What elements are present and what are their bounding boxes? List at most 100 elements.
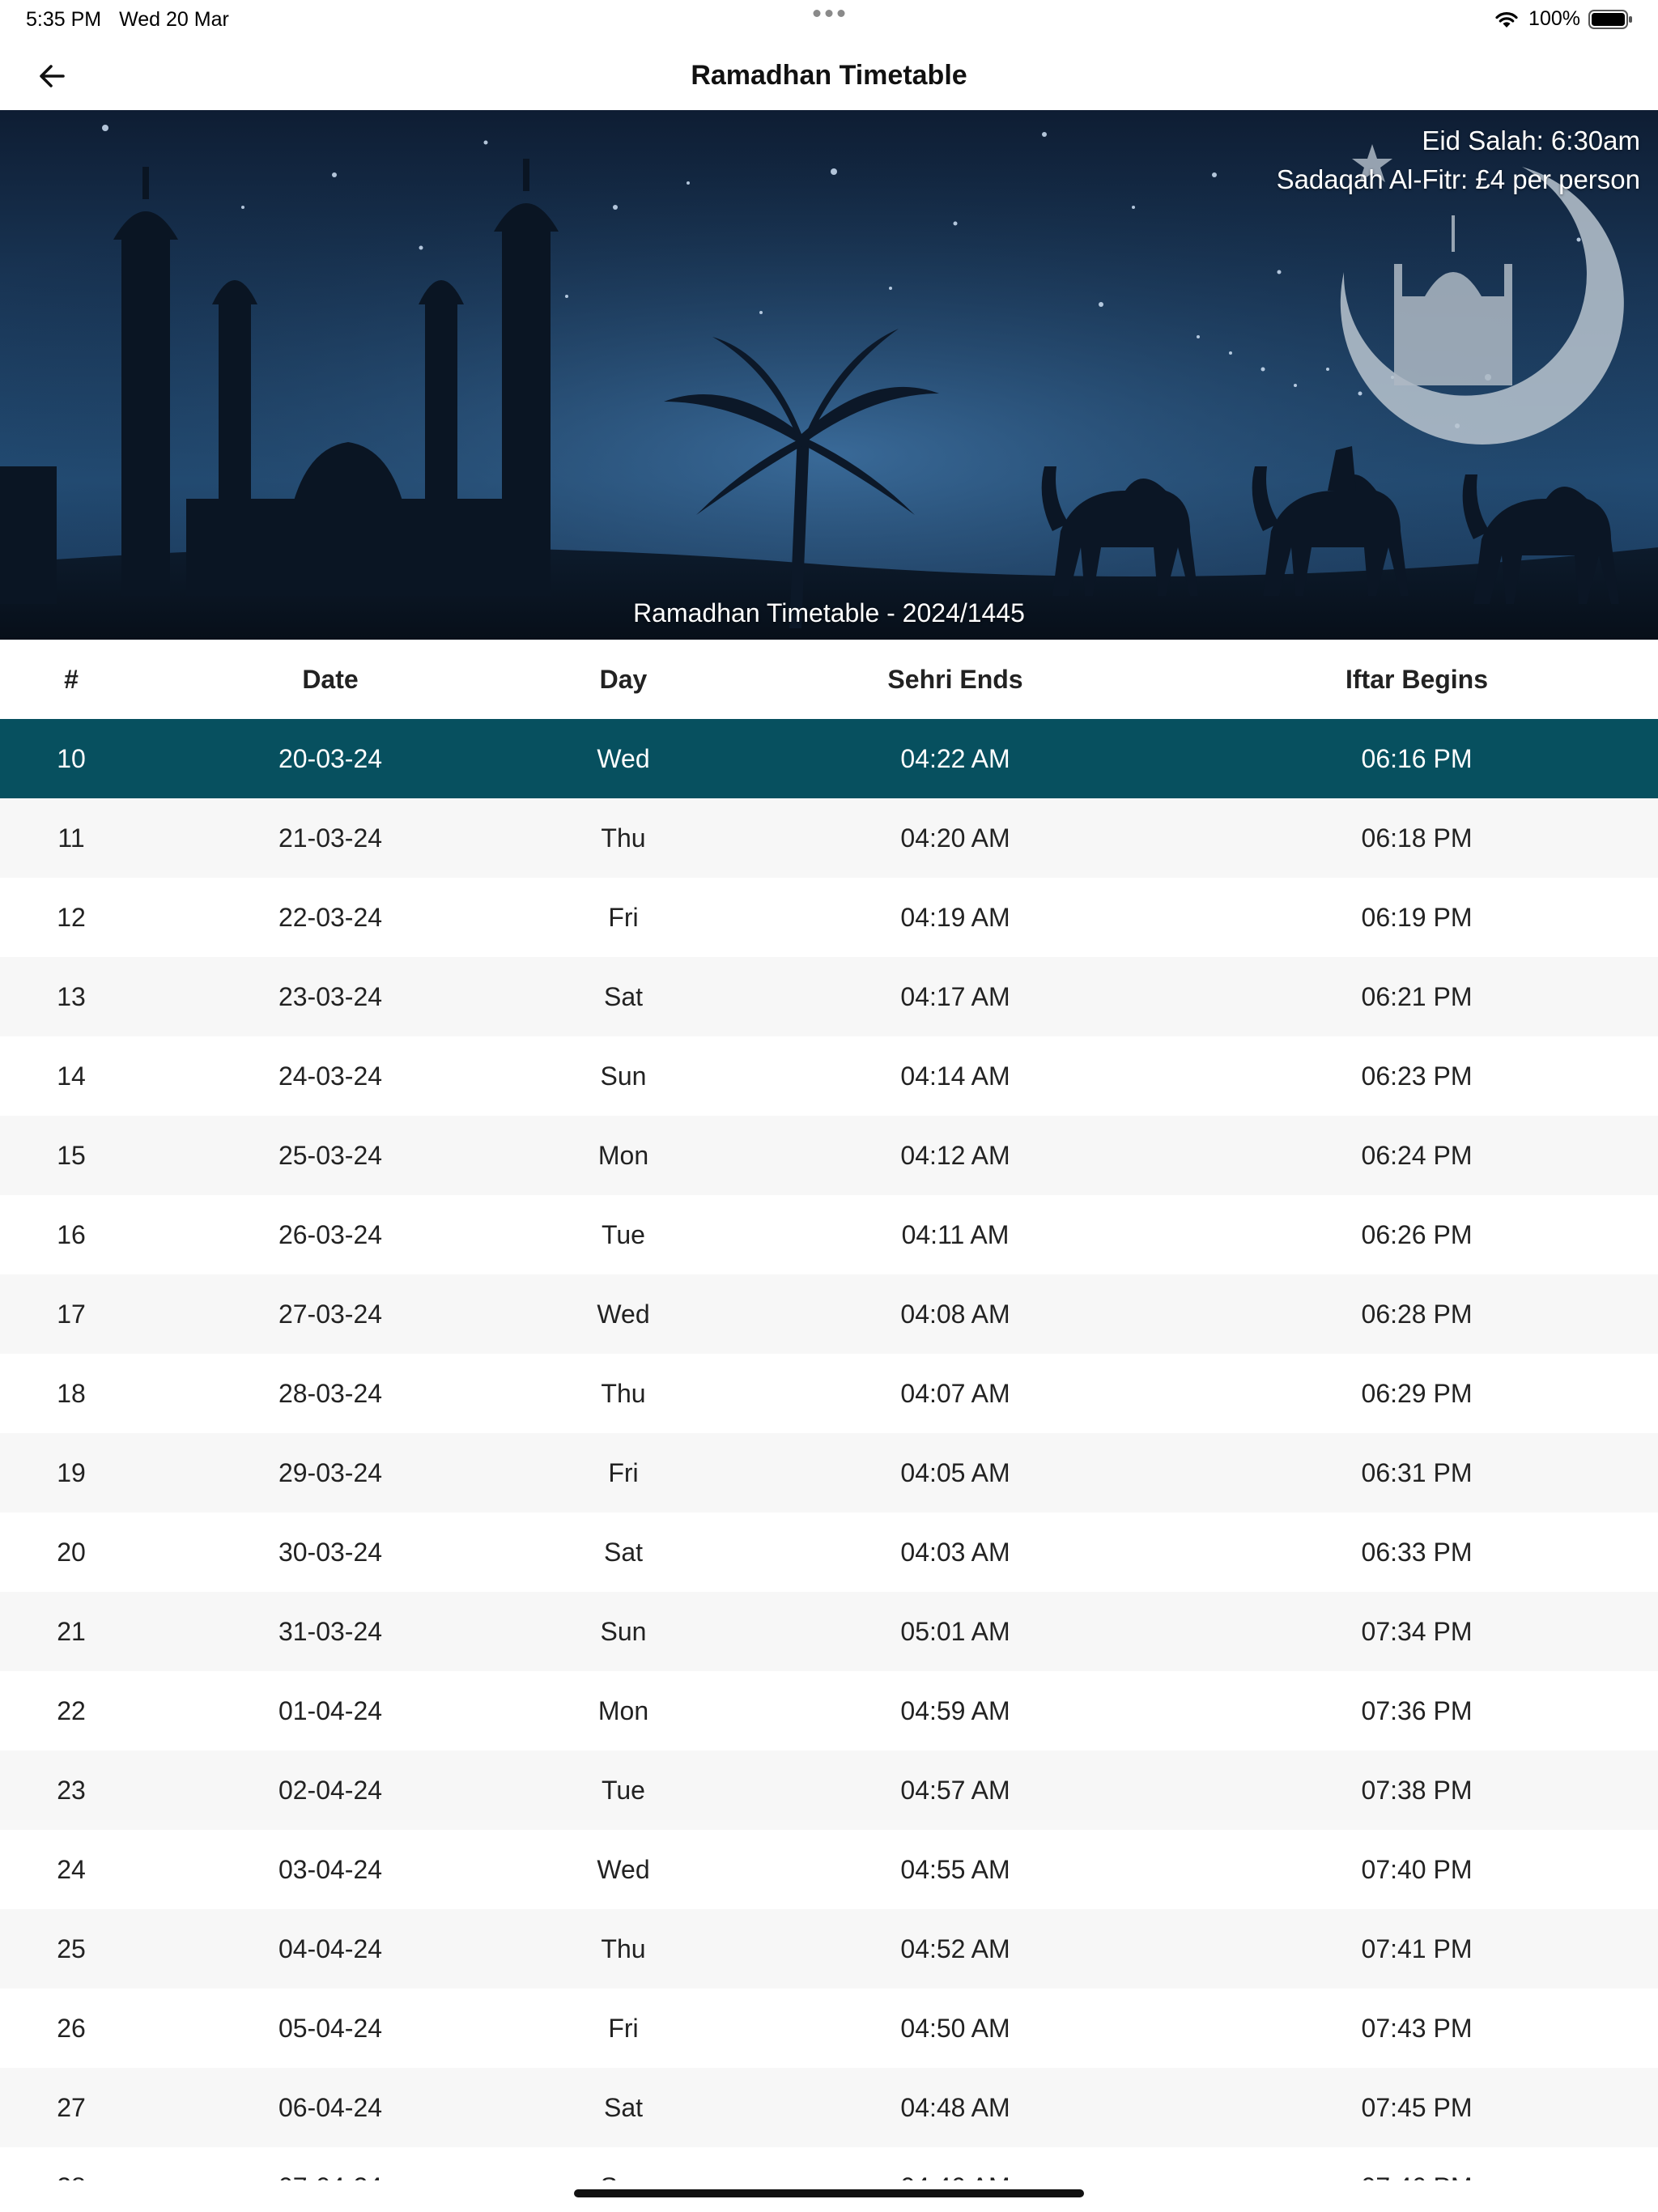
cell-sehri-ends: 04:05 AM [900,1458,1010,1487]
ramadhan-banner: Eid Salah: 6:30am Sadaqah Al-Fitr: £4 pe… [0,110,1658,640]
cell-date: 29-03-24 [278,1458,383,1487]
cell-number: 10 [57,744,86,773]
table-row[interactable]: 28 07-04-24 Sun 04:46 AM 07:46 PM [0,2147,1658,2180]
cell-date: 05-04-24 [278,2014,383,2043]
cell-sehri-ends: 04:17 AM [900,982,1010,1011]
cell-day: Mon [597,1141,649,1170]
cell-iftar-begins: 06:29 PM [1361,1379,1473,1408]
table-row[interactable]: 21 31-03-24 Sun 05:01 AM 07:34 PM [0,1592,1658,1671]
table-row[interactable]: 19 29-03-24 Fri 04:05 AM 06:31 PM [0,1433,1658,1512]
column-header-date: Date [302,665,359,694]
table-row[interactable]: 15 25-03-24 Mon 04:12 AM 06:24 PM [0,1116,1658,1195]
cell-day: Thu [601,823,646,853]
cell-day: Tue [602,1220,645,1249]
cell-day: Wed [597,744,650,773]
cell-iftar-begins: 07:34 PM [1361,1617,1473,1646]
status-bar: 5:35 PM Wed 20 Mar 100% [0,0,1658,39]
table-row[interactable]: 14 24-03-24 Sun 04:14 AM 06:23 PM [0,1036,1658,1116]
cell-iftar-begins: 07:41 PM [1361,1934,1473,1963]
table-row[interactable]: 16 26-03-24 Tue 04:11 AM 06:26 PM [0,1195,1658,1274]
cell-date: 23-03-24 [278,982,383,1011]
multitasking-dots-icon[interactable] [813,10,845,17]
cell-iftar-begins: 07:38 PM [1361,1776,1473,1805]
table-row[interactable]: 23 02-04-24 Tue 04:57 AM 07:38 PM [0,1750,1658,1830]
cell-day: Wed [597,1300,650,1329]
wifi-icon [1495,11,1518,28]
cell-iftar-begins: 07:43 PM [1361,2014,1473,2043]
cell-date: 26-03-24 [278,1220,383,1249]
column-header-number: # [64,665,79,694]
cell-day: Fri [608,1458,639,1487]
cell-day: Sun [526,2147,721,2180]
cell-date: 20-03-24 [278,744,383,773]
cell-sehri-ends: 04:46 AM [810,2147,1101,2180]
page-title: Ramadhan Timetable [691,60,967,91]
table-row[interactable]: 25 04-04-24 Thu 04:52 AM 07:41 PM [0,1909,1658,1989]
cell-day: Wed [597,1855,650,1884]
battery-icon [1588,9,1632,29]
status-right: 100% [1493,7,1634,31]
status-date: Wed 20 Mar [119,8,229,31]
cell-iftar-begins: 06:31 PM [1361,1458,1473,1487]
table-row[interactable]: 17 27-03-24 Wed 04:08 AM 06:28 PM [0,1274,1658,1354]
cell-sehri-ends: 04:22 AM [900,744,1010,773]
home-indicator[interactable] [574,2189,1084,2197]
cell-day: Sat [603,982,644,1011]
cell-day: Sat [603,2093,644,2122]
cell-number: 16 [57,1220,86,1249]
cell-date: 22-03-24 [278,903,383,932]
table-row[interactable]: 24 03-04-24 Wed 04:55 AM 07:40 PM [0,1830,1658,1909]
cell-sehri-ends: 04:52 AM [900,1934,1010,1963]
cell-iftar-begins: 06:24 PM [1361,1141,1473,1170]
cell-number: 28 [0,2147,142,2180]
cell-number: 15 [57,1141,86,1170]
cell-iftar-begins: 07:45 PM [1361,2093,1473,2122]
cell-number: 24 [57,1855,86,1884]
cell-date: 30-03-24 [278,1538,383,1567]
cell-sehri-ends: 04:20 AM [900,823,1010,853]
cell-sehri-ends: 04:50 AM [900,2014,1010,2043]
cell-sehri-ends: 04:19 AM [900,903,1010,932]
cell-date: 24-03-24 [278,1061,383,1091]
timetable[interactable]: # Date Day Sehri Ends Iftar Begins 10 20-… [0,640,1658,2180]
cell-date: 02-04-24 [278,1776,383,1805]
table-row[interactable]: 12 22-03-24 Fri 04:19 AM 06:19 PM [0,878,1658,957]
cell-day: Fri [608,2014,639,2043]
cell-day: Sat [603,1538,644,1567]
cell-date: 25-03-24 [278,1141,383,1170]
cell-number: 14 [57,1061,86,1091]
cell-day: Tue [602,1776,645,1805]
cell-number: 22 [57,1696,86,1725]
column-header-sehri: Sehri Ends [887,665,1023,694]
table-row[interactable]: 11 21-03-24 Thu 04:20 AM 06:18 PM [0,798,1658,878]
banner-caption: Ramadhan Timetable - 2024/1445 [633,598,1025,627]
cell-date: 31-03-24 [278,1617,383,1646]
table-row[interactable]: 26 05-04-24 Fri 04:50 AM 07:43 PM [0,1989,1658,2068]
table-row[interactable]: 20 30-03-24 Sat 04:03 AM 06:33 PM [0,1512,1658,1592]
cell-iftar-begins: 07:46 PM [1255,2147,1579,2180]
cell-number: 25 [57,1934,86,1963]
table-row[interactable]: 18 28-03-24 Thu 04:07 AM 06:29 PM [0,1354,1658,1433]
table-row[interactable]: 13 23-03-24 Sat 04:17 AM 06:21 PM [0,957,1658,1036]
cell-iftar-begins: 06:21 PM [1361,982,1473,1011]
cell-date: 01-04-24 [278,1696,383,1725]
cell-iftar-begins: 07:36 PM [1361,1696,1473,1725]
battery-percent: 100% [1528,7,1580,30]
cell-day: Sun [600,1061,647,1091]
table-row[interactable]: 22 01-04-24 Mon 04:59 AM 07:36 PM [0,1671,1658,1750]
status-left: 5:35 PM Wed 20 Mar [26,8,229,32]
cell-date: 03-04-24 [278,1855,383,1884]
cell-number: 11 [57,823,85,853]
cell-sehri-ends: 04:48 AM [900,2093,1010,2122]
cell-date: 07-04-24 [201,2147,460,2180]
cell-iftar-begins: 06:26 PM [1361,1220,1473,1249]
cell-day: Mon [597,1696,649,1725]
table-row-current[interactable]: 10 20-03-24 Wed 04:22 AM 06:16 PM [0,719,1658,798]
sadaqah-text: Sadaqah Al-Fitr: £4 per person [1276,164,1640,194]
status-time: 5:35 PM [26,8,102,31]
table-row[interactable]: 27 06-04-24 Sat 04:48 AM 07:45 PM [0,2068,1658,2147]
column-header-day: Day [599,665,648,694]
cell-date: 04-04-24 [278,1934,383,1963]
cell-sehri-ends: 04:12 AM [900,1141,1010,1170]
cell-iftar-begins: 06:23 PM [1361,1061,1473,1091]
